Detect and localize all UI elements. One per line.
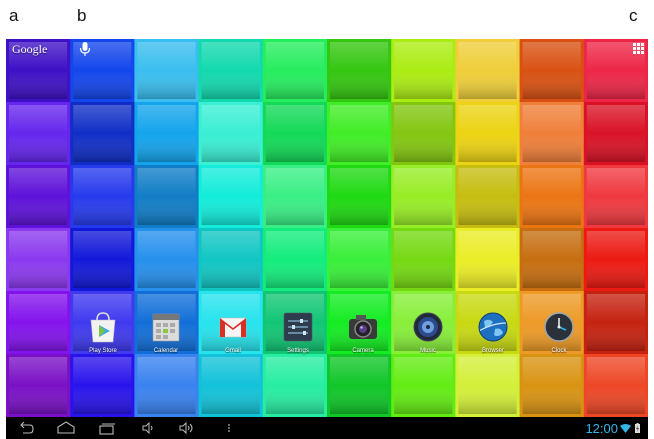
wallpaper-cube-shade <box>137 357 196 414</box>
recent-apps-icon[interactable] <box>98 421 116 435</box>
volume-down-icon[interactable] <box>141 421 155 435</box>
figure: a b c Google Play Store Calendar Gmail S… <box>0 0 654 439</box>
back-icon[interactable] <box>18 421 34 435</box>
wallpaper-cube-shade <box>458 42 517 99</box>
clock-icon <box>544 312 574 342</box>
wallpaper-cube-shade <box>458 105 517 162</box>
callout-c: c <box>629 6 638 25</box>
browser-icon <box>478 312 508 342</box>
home-icon[interactable] <box>56 421 76 435</box>
wallpaper-cube-shade <box>9 357 68 414</box>
app-play-store[interactable]: Play Store <box>73 309 133 365</box>
volume-up-icon[interactable] <box>178 421 196 435</box>
wallpaper-cube-shade <box>330 357 389 414</box>
app-settings[interactable]: Settings <box>268 309 328 365</box>
battery-icon <box>635 423 640 433</box>
callout-b: b <box>77 6 87 25</box>
wallpaper-cube-shade <box>9 231 68 288</box>
google-search-label[interactable]: Google <box>12 42 47 57</box>
wallpaper-cube-shade <box>394 168 453 225</box>
wallpaper-cube-shade <box>9 168 68 225</box>
music-icon <box>413 312 443 342</box>
wallpaper-cube-shade <box>522 168 581 225</box>
navigation-bar: 12:00 <box>6 417 648 439</box>
wallpaper-cube-shade <box>394 231 453 288</box>
wallpaper-cube-shade <box>137 168 196 225</box>
wallpaper-cube-shade <box>522 231 581 288</box>
wallpaper-cube-shade <box>522 42 581 99</box>
wallpaper-cube-shade <box>330 168 389 225</box>
wallpaper-cube-shade <box>73 231 132 288</box>
wallpaper-cube-shade <box>394 42 453 99</box>
app-browser[interactable]: Browser <box>463 309 523 365</box>
callout-a: a <box>9 6 19 25</box>
wallpaper-cube-shade <box>73 357 132 414</box>
play-store-icon <box>90 312 116 343</box>
wallpaper-cube-shade <box>458 231 517 288</box>
wallpaper-cube-shade <box>586 105 645 162</box>
app-dock: Play Store Calendar Gmail Settings Camer… <box>6 309 648 365</box>
wallpaper-cube-shade <box>201 357 260 414</box>
wallpaper-cube-shade <box>522 357 581 414</box>
wallpaper-cube-shade <box>137 42 196 99</box>
app-music[interactable]: Music <box>398 309 458 365</box>
settings-icon <box>283 312 313 342</box>
wallpaper-cube-shade <box>265 105 324 162</box>
wifi-icon <box>620 424 631 433</box>
wallpaper-cube-shade <box>201 42 260 99</box>
wallpaper-cube-shade <box>458 357 517 414</box>
camera-icon <box>349 315 377 339</box>
tablet-home-screen: Google Play Store Calendar Gmail Setting… <box>6 39 648 439</box>
wallpaper-cube-shade <box>265 357 324 414</box>
wallpaper-cube-shade <box>330 42 389 99</box>
apps-grid-icon[interactable] <box>633 43 644 54</box>
wallpaper-cube-shade <box>330 231 389 288</box>
app-clock[interactable]: Clock <box>529 309 589 365</box>
menu-icon[interactable] <box>226 421 232 435</box>
wallpaper-cube-shade <box>394 357 453 414</box>
wallpaper-cube-shade <box>73 168 132 225</box>
wallpaper-cube-shade <box>522 105 581 162</box>
app-camera[interactable]: Camera <box>333 309 393 365</box>
wallpaper-cube-shade <box>265 168 324 225</box>
app-gmail[interactable]: Gmail <box>203 309 263 365</box>
wallpaper-cube-shade <box>586 231 645 288</box>
wallpaper-cube-shade <box>586 357 645 414</box>
wallpaper-cube-shade <box>330 105 389 162</box>
wallpaper-cube-shade <box>201 168 260 225</box>
wallpaper-cube-shade <box>137 105 196 162</box>
wallpaper-cube-shade <box>201 231 260 288</box>
wallpaper-cube-shade <box>9 105 68 162</box>
wallpaper-cube-shade <box>265 231 324 288</box>
wallpaper-cube-shade <box>137 231 196 288</box>
calendar-icon <box>152 313 180 342</box>
wallpaper-cube-shade <box>458 168 517 225</box>
microphone-icon[interactable] <box>79 41 91 57</box>
wallpaper-cube-shade <box>73 105 132 162</box>
app-calendar[interactable]: Calendar <box>136 309 196 365</box>
status-clock: 12:00 <box>585 421 618 436</box>
wallpaper-cube-shade <box>394 105 453 162</box>
wallpaper-cube-shade <box>586 168 645 225</box>
gmail-icon <box>219 317 247 338</box>
wallpaper-cube-shade <box>265 42 324 99</box>
wallpaper-cube-shade <box>201 105 260 162</box>
